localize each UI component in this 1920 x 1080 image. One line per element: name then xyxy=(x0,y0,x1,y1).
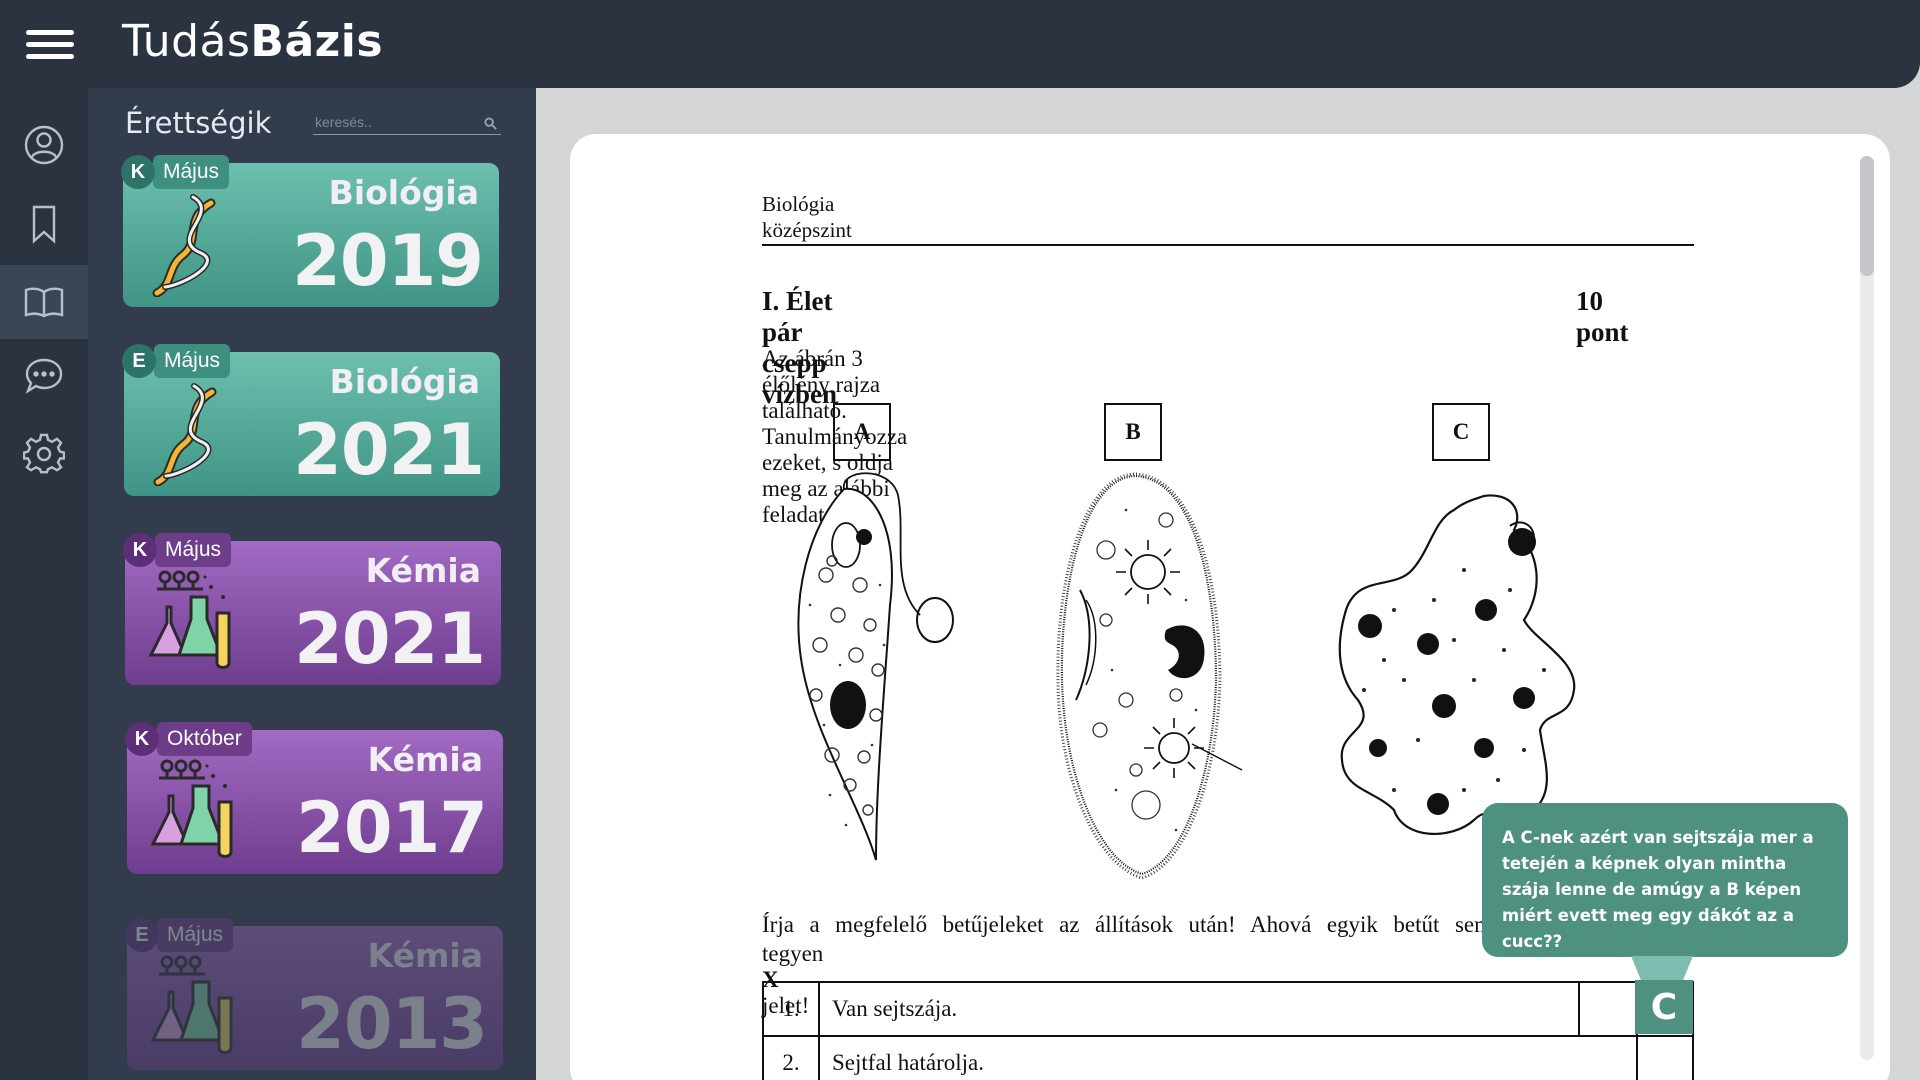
row-number: 2. xyxy=(764,1037,820,1080)
doc-header-subject: Biológia xyxy=(762,192,835,216)
rail-item-bookmarks[interactable] xyxy=(0,187,88,261)
app-logo[interactable]: TudásBázis xyxy=(122,16,383,67)
answer-cell[interactable] xyxy=(1636,1037,1694,1080)
hamburger-menu-icon[interactable] xyxy=(26,30,74,60)
instruction-line-1: Írja a megfelelő betűjeleket az állításo… xyxy=(762,912,1492,937)
card-subject: Biológia xyxy=(329,362,480,401)
answer-chip[interactable]: C xyxy=(1635,980,1693,1034)
exam-card[interactable]: E Május Biológia 2021 xyxy=(122,344,500,496)
flasks-icon xyxy=(150,759,233,858)
organism-a-drawing xyxy=(797,472,954,861)
logo-bold-text: Bázis xyxy=(250,16,384,67)
gear-icon xyxy=(23,433,65,474)
search-input[interactable] xyxy=(315,112,475,132)
level-badge: K xyxy=(123,533,157,567)
user-circle-icon xyxy=(24,125,64,165)
card-year: 2021 xyxy=(294,598,486,680)
rail-item-profile[interactable] xyxy=(0,108,88,182)
card-year: 2013 xyxy=(296,983,488,1065)
answer-explanation-tooltip: A C-nek azért van sejtszája mer a tetejé… xyxy=(1482,803,1848,957)
header-divider xyxy=(762,244,1694,246)
bookmark-icon xyxy=(32,205,56,244)
doc-header-level: középszint xyxy=(762,218,852,242)
organism-b-drawing xyxy=(1056,472,1243,880)
card-subject: Kémia xyxy=(367,740,483,779)
rail-item-library[interactable] xyxy=(0,265,88,339)
month-tag: Május xyxy=(154,344,231,378)
section-points: 10 pont xyxy=(1576,286,1629,347)
figure-label-b: B xyxy=(1104,403,1162,461)
row-statement: Sejtfal határolja. xyxy=(832,1050,984,1075)
row-statement: Van sejtszája. xyxy=(832,996,958,1021)
search-icon[interactable] xyxy=(484,117,497,130)
row-number: 1. xyxy=(764,983,820,1035)
figure-label-c: C xyxy=(1432,403,1490,461)
exam-sidebar: Érettségik K Május Biológia 2019 E Május… xyxy=(88,88,536,1080)
sidebar-title: Érettségik xyxy=(125,106,272,140)
level-badge: E xyxy=(125,918,159,952)
exam-card[interactable]: K Május Kémia 2021 xyxy=(123,533,501,685)
rail-item-chat[interactable] xyxy=(0,339,88,413)
answer-cell[interactable] xyxy=(1578,983,1636,1035)
tooltip-pointer xyxy=(1631,956,1693,980)
month-tag: Május xyxy=(155,533,232,567)
month-tag: Május xyxy=(153,155,230,189)
level-badge: E xyxy=(122,344,156,378)
chat-bubble-icon xyxy=(25,358,63,394)
book-open-icon xyxy=(24,287,64,318)
dna-icon xyxy=(153,383,217,486)
organism-c-drawing xyxy=(1338,494,1576,836)
month-tag: Október xyxy=(157,722,252,756)
level-badge: K xyxy=(121,155,155,189)
rail-item-settings[interactable] xyxy=(0,417,88,491)
table-row: 1. Van sejtszája. xyxy=(762,981,1694,1035)
flasks-icon xyxy=(148,570,231,669)
top-bar: TudásBázis xyxy=(0,0,1920,88)
card-year: 2017 xyxy=(296,787,488,869)
exam-card[interactable]: K Október Kémia 2017 xyxy=(125,722,503,874)
table-row: 2. Sejtfal határolja. xyxy=(762,1035,1694,1080)
exam-card[interactable]: E Május Kémia 2013 xyxy=(125,918,503,1070)
month-tag: Május xyxy=(157,918,234,952)
scrollbar-thumb[interactable] xyxy=(1860,156,1874,276)
dna-icon xyxy=(152,194,216,297)
instruction-text: tegyen xyxy=(762,941,824,966)
card-year: 2021 xyxy=(293,409,485,491)
card-subject: Kémia xyxy=(365,551,481,590)
document-scrollbar[interactable] xyxy=(1860,156,1874,1060)
exam-card[interactable]: K Május Biológia 2019 xyxy=(121,155,499,307)
card-subject: Kémia xyxy=(367,936,483,975)
logo-regular-text: Tudás xyxy=(122,16,251,67)
level-badge: K xyxy=(125,722,159,756)
flasks-icon xyxy=(150,955,233,1054)
card-subject: Biológia xyxy=(328,173,479,212)
search-box[interactable] xyxy=(313,111,501,135)
icon-rail xyxy=(0,88,88,1080)
card-year: 2019 xyxy=(292,220,484,302)
figure-label-a: A xyxy=(833,403,891,461)
